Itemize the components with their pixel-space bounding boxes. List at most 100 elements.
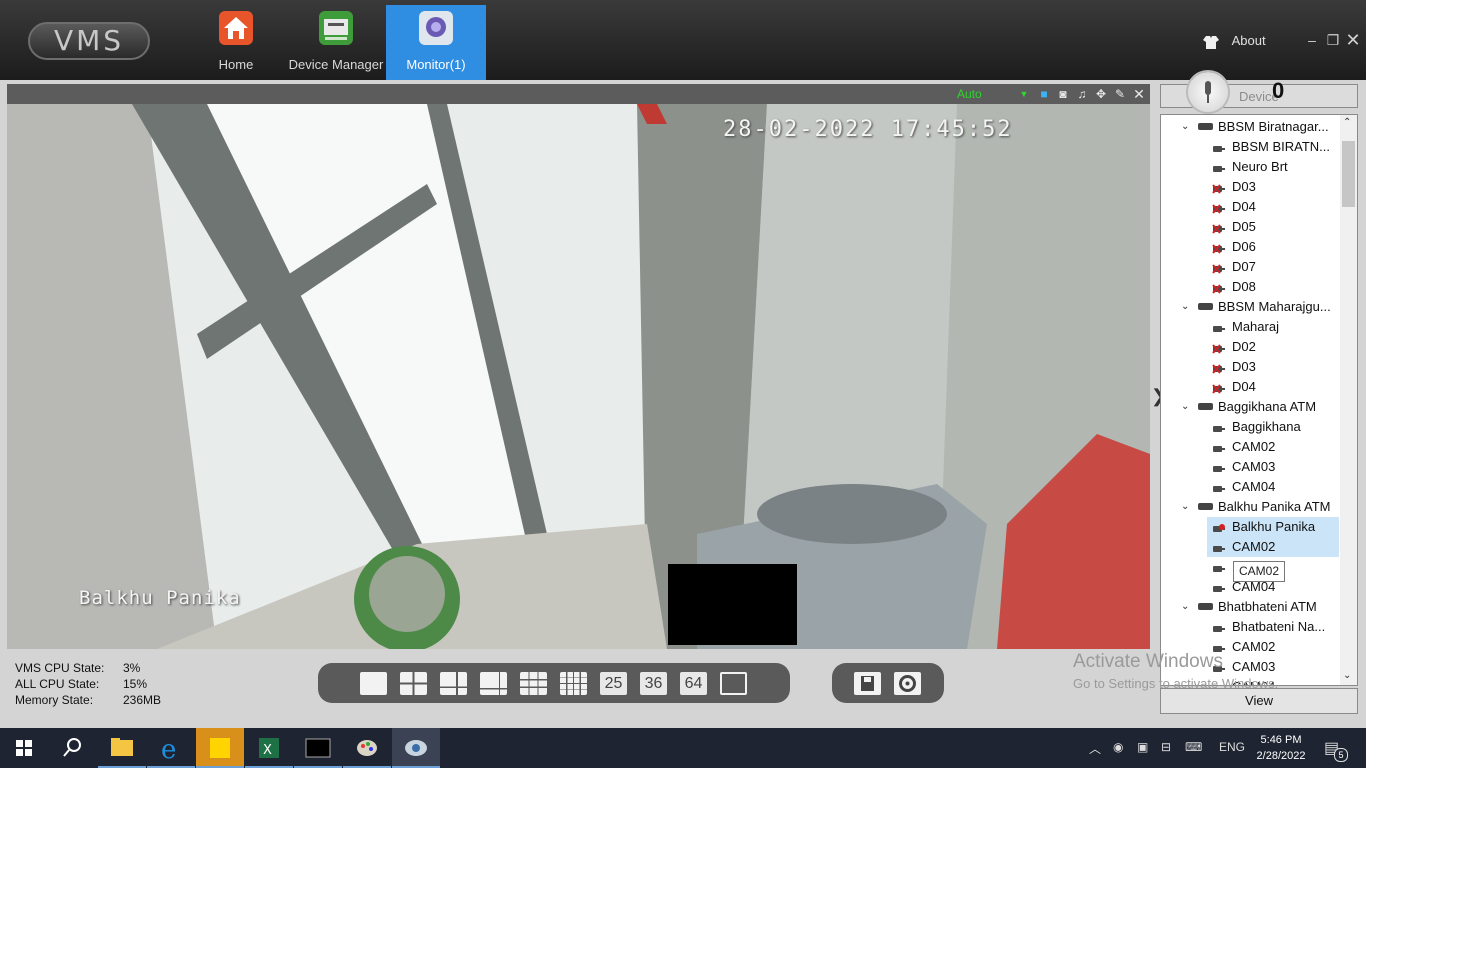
save-icon[interactable] [854, 672, 881, 695]
tree-camera-item[interactable]: CAM04 [1207, 477, 1339, 497]
tree-camera-item[interactable]: D03 [1207, 177, 1339, 197]
audio-icon[interactable]: ♫ [1075, 87, 1089, 101]
start-icon[interactable] [0, 728, 48, 768]
chevron-down-icon[interactable]: ▼ [1017, 87, 1031, 101]
vms-taskbar-icon[interactable] [392, 728, 440, 768]
minimize-icon[interactable]: – [1304, 32, 1320, 48]
layout-36-button[interactable]: 36 [640, 672, 667, 695]
tree-group[interactable]: ⌄ BBSM Biratnagar... [1181, 117, 1341, 137]
layout-25-button[interactable]: 25 [600, 672, 627, 695]
microphone-icon[interactable] [1188, 72, 1228, 112]
tree-camera-item[interactable]: D05 [1207, 217, 1339, 237]
tree-camera-item[interactable]: D06 [1207, 237, 1339, 257]
tree-camera-item[interactable]: Baggikhana [1207, 417, 1339, 437]
tree-scrollbar[interactable]: ⌃ ⌄ [1340, 115, 1357, 685]
tree-group[interactable]: ⌄ Baggikhana ATM [1181, 397, 1341, 417]
tree-group[interactable]: ⌄ Balkhu Panika ATM [1181, 497, 1341, 517]
quality-select[interactable]: Auto [957, 87, 982, 101]
expand-chevron-icon[interactable]: ⌄ [1181, 597, 1195, 617]
file-explorer-icon[interactable] [98, 728, 146, 768]
tree-camera-item[interactable]: Neuro Brt [1207, 157, 1339, 177]
tree-camera-item[interactable]: D04 [1207, 377, 1339, 397]
tab-monitor[interactable]: Monitor(1) [386, 5, 486, 80]
expand-chevron-icon[interactable]: ⌄ [1181, 297, 1195, 317]
tree-camera-label: Maharaj [1232, 319, 1279, 334]
stat-all-cpu: ALL CPU State: 15% [15, 676, 161, 692]
tree-camera-item[interactable]: CAM02 [1207, 537, 1339, 557]
tree-camera-item[interactable]: CAM03 [1207, 457, 1339, 477]
view-button[interactable]: View [1160, 688, 1358, 714]
privacy-mask [668, 564, 797, 645]
layout-1-button[interactable] [360, 672, 387, 695]
tree-camera-label: Neuro Brt [1232, 159, 1288, 174]
tree-camera-item[interactable]: Bhatbateni Na... [1207, 617, 1339, 637]
tray-chevron-icon[interactable]: ︿ [1089, 740, 1101, 757]
layout-6-button[interactable] [440, 672, 467, 695]
expand-chevron-icon[interactable]: ⌄ [1181, 117, 1195, 137]
tree-camera-item[interactable]: Maharaj [1207, 317, 1339, 337]
sticky-notes-icon[interactable] [196, 728, 244, 768]
video-timestamp: 28-02-2022 17:45:52 [723, 117, 1013, 142]
search-icon[interactable] [48, 728, 96, 768]
color-adjust-icon[interactable]: ✎ [1113, 87, 1127, 101]
tab-home[interactable]: Home [196, 5, 276, 80]
tree-camera-label: D07 [1232, 259, 1256, 274]
tree-camera-label: BBSM BIRATN... [1232, 139, 1330, 154]
tree-group[interactable]: ⌄ BBSM Maharajgu... [1181, 297, 1341, 317]
layout-8-button[interactable] [480, 672, 507, 695]
network-icon[interactable]: ⊟ [1161, 740, 1171, 754]
camera-icon [1212, 141, 1226, 152]
camera-feed: 28-02-2022 17:45:52 Balkhu Panika [7, 104, 1150, 649]
tree-group-label: BBSM Maharajgu... [1218, 299, 1331, 314]
tray-vc-icon[interactable]: ▣ [1137, 740, 1148, 754]
tree-camera-item[interactable]: D08 [1207, 277, 1339, 297]
paint-icon[interactable] [343, 728, 391, 768]
camera-icon [1212, 561, 1226, 572]
camera-icon [1212, 441, 1226, 452]
ptz-icon[interactable]: ✥ [1094, 87, 1108, 101]
layout-4-button[interactable] [400, 672, 427, 695]
language-indicator[interactable]: ENG [1219, 740, 1245, 754]
snapshot-icon[interactable]: ◙ [1056, 87, 1070, 101]
tray-camera-icon[interactable]: ◉ [1113, 740, 1123, 754]
expand-chevron-icon[interactable]: ⌄ [1181, 497, 1195, 517]
video-area[interactable]: Auto ▼ ■ ◙ ♫ ✥ ✎ ✕ 28-02-2022 17:45:52 B… [7, 84, 1150, 649]
close-icon[interactable]: ✕ [1345, 31, 1361, 49]
tree-camera-item[interactable]: D02 [1207, 337, 1339, 357]
layout-64-button[interactable]: 64 [680, 672, 707, 695]
excel-icon[interactable]: X [245, 728, 293, 768]
scroll-up-icon[interactable]: ⌃ [1343, 117, 1351, 128]
scroll-down-icon[interactable]: ⌄ [1343, 670, 1351, 681]
tree-camera-item[interactable]: Balkhu Panika [1207, 517, 1339, 537]
tree-camera-item[interactable]: CAM02 [1207, 437, 1339, 457]
tree-camera-item[interactable]: D04 [1207, 197, 1339, 217]
record-icon[interactable]: ■ [1037, 87, 1051, 101]
camera-offline-icon [1212, 221, 1226, 234]
camera-offline-icon [1212, 261, 1226, 274]
camera-playing-icon [1212, 521, 1226, 532]
stat-value: 236MB [123, 693, 162, 707]
terminal-icon[interactable] [294, 728, 342, 768]
close-video-icon[interactable]: ✕ [1132, 87, 1146, 101]
cycle-icon[interactable] [894, 672, 921, 695]
fullscreen-icon[interactable] [720, 672, 747, 695]
stat-label: VMS CPU State: [15, 661, 105, 675]
keyboard-icon[interactable]: ⌨ [1185, 740, 1202, 754]
tree-group[interactable]: ⌄ Bhatbhateni ATM [1181, 597, 1341, 617]
layout-16-button[interactable] [560, 672, 587, 695]
internet-explorer-icon[interactable]: e [147, 728, 195, 768]
tree-camera-item[interactable]: D07 [1207, 257, 1339, 277]
tab-device-manager[interactable]: Device Manager [286, 5, 386, 80]
restore-icon[interactable]: ❐ [1325, 32, 1341, 48]
tree-camera-item[interactable]: BBSM BIRATN... [1207, 137, 1339, 157]
taskbar-clock[interactable]: 5:46 PM 2/28/2022 [1250, 732, 1312, 764]
expand-chevron-icon[interactable]: ⌄ [1181, 397, 1195, 417]
about-button[interactable]: About [1202, 30, 1266, 52]
vms-logo: VMS [28, 22, 150, 60]
device-tree[interactable]: ⌄ BBSM Biratnagar... BBSM BIRATN... Neuro B… [1160, 114, 1358, 686]
stat-label: Memory State: [15, 693, 94, 707]
scroll-thumb[interactable] [1342, 141, 1355, 207]
tree-camera-item[interactable]: D03 [1207, 357, 1339, 377]
layout-9-button[interactable] [520, 672, 547, 695]
camera-offline-icon [1212, 241, 1226, 254]
